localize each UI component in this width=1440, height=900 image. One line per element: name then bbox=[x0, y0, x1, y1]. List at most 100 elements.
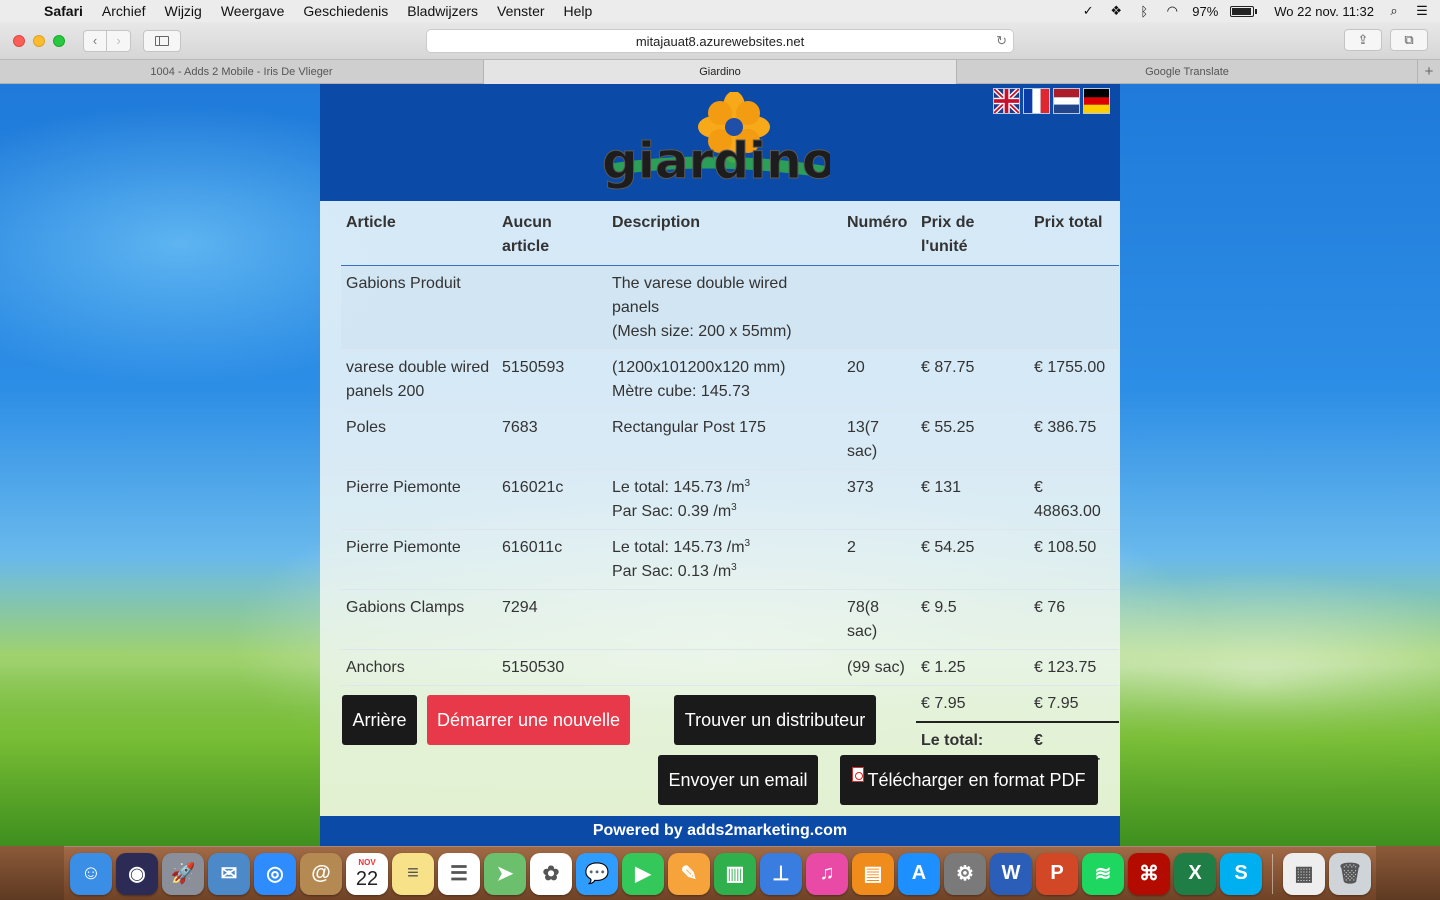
menu-help[interactable]: Help bbox=[564, 3, 593, 19]
launchpad-icon[interactable]: 🚀 bbox=[162, 852, 204, 895]
ibooks-icon[interactable]: ▤ bbox=[852, 852, 894, 895]
description-line: Mètre cube: 145.73 bbox=[612, 383, 750, 400]
powered-by-link[interactable]: Powered by adds2marketing.com bbox=[593, 822, 847, 840]
description-line: Le total: 145.73 /m3 bbox=[612, 476, 837, 500]
forward-nav-button[interactable]: › bbox=[107, 29, 131, 52]
share-button[interactable]: ⇪ bbox=[1344, 29, 1382, 51]
cell-code: 616021c bbox=[497, 469, 607, 530]
facetime-icon[interactable]: ▶ bbox=[622, 852, 664, 895]
cell-total: € 386.75 bbox=[1029, 409, 1119, 470]
clock[interactable]: Wo 22 nov. 11:32 bbox=[1274, 4, 1374, 19]
appstore-icon[interactable]: A bbox=[898, 852, 940, 895]
cell-description: Le total: 145.73 /m3 Par Sac: 0.13 /m3 bbox=[607, 529, 842, 590]
skype-icon[interactable]: S bbox=[1220, 852, 1262, 895]
word-icon[interactable]: W bbox=[990, 852, 1032, 895]
cell-code: 7294 bbox=[497, 589, 607, 650]
spotlight-search-icon[interactable]: ⌕ bbox=[1386, 3, 1402, 18]
reload-icon[interactable]: ↻ bbox=[996, 33, 1007, 49]
spotify-icon[interactable]: ≋ bbox=[1082, 852, 1124, 895]
back-nav-button[interactable]: ‹ bbox=[83, 29, 107, 52]
menu-venster[interactable]: Venster bbox=[497, 3, 544, 19]
find-distributor-button[interactable]: Trouver un distributeur bbox=[674, 695, 876, 745]
itunes-icon[interactable]: ♫ bbox=[806, 852, 848, 895]
trash-icon[interactable]: 🗑 bbox=[1329, 852, 1371, 895]
notes-icon[interactable]: ≡ bbox=[392, 852, 434, 895]
nl-flag-icon[interactable] bbox=[1053, 88, 1080, 114]
zoom-window-button[interactable] bbox=[53, 34, 65, 47]
numbers-icon[interactable]: ▥ bbox=[714, 852, 756, 895]
close-window-button[interactable] bbox=[13, 34, 25, 47]
back-button[interactable]: Arrière bbox=[342, 695, 417, 745]
start-new-button[interactable]: Démarrer une nouvelle bbox=[427, 695, 630, 745]
tab-label: 1004 - Adds 2 Mobile - Iris De Vlieger bbox=[150, 66, 333, 78]
cell-article: Anchors bbox=[341, 649, 497, 686]
minimize-window-button[interactable] bbox=[33, 34, 45, 47]
sidebar-toggle-button[interactable] bbox=[143, 29, 181, 52]
menu-wijzig[interactable]: Wijzig bbox=[165, 3, 202, 19]
menu-weergave[interactable]: Weergave bbox=[221, 3, 285, 19]
acrobat-icon[interactable]: ⌘ bbox=[1128, 852, 1170, 895]
bluetooth-icon[interactable]: ᛒ bbox=[1136, 4, 1152, 19]
tab-adds2mobile[interactable]: 1004 - Adds 2 Mobile - Iris De Vlieger bbox=[0, 60, 484, 84]
send-email-button[interactable]: Envoyer un email bbox=[658, 755, 818, 805]
photos-icon[interactable]: ✿ bbox=[530, 852, 572, 895]
keynote-icon[interactable]: ⊥ bbox=[760, 852, 802, 895]
pages-icon[interactable]: ✎ bbox=[668, 852, 710, 895]
url-text: mitajauat8.azurewebsites.net bbox=[635, 33, 805, 49]
reminders-icon[interactable]: ☰ bbox=[438, 852, 480, 895]
tabs-overview-icon: ⧉ bbox=[1404, 32, 1414, 47]
calendar-icon[interactable]: NOV 22 bbox=[346, 852, 388, 895]
cell-unit-price: € 7.95 bbox=[916, 685, 1029, 722]
description-line: Par Sac: 0.13 /m3 bbox=[612, 560, 837, 584]
download-pdf-button[interactable]: Télécharger en format PDF bbox=[840, 755, 1098, 805]
menu-geschiedenis[interactable]: Geschiedenis bbox=[303, 3, 388, 19]
cell-total: € 76 bbox=[1029, 589, 1119, 650]
messages-icon[interactable]: 💬 bbox=[576, 852, 618, 895]
tab-giardino[interactable]: Giardino bbox=[484, 60, 957, 84]
col-header-number: Numéro bbox=[842, 201, 916, 266]
tab-label: Google Translate bbox=[1145, 66, 1229, 78]
siri-icon[interactable]: ◉ bbox=[116, 852, 158, 895]
cell-description bbox=[607, 649, 842, 686]
download-pdf-label: Télécharger en format PDF bbox=[867, 769, 1086, 790]
fr-flag-icon[interactable] bbox=[1023, 88, 1050, 114]
menu-bladwijzers[interactable]: Bladwijzers bbox=[407, 3, 478, 19]
cell-description: The varese double wired panels (Mesh size… bbox=[607, 265, 842, 350]
notification-center-icon[interactable]: ☰ bbox=[1414, 3, 1430, 18]
logo-text: giardino bbox=[602, 132, 830, 190]
menu-archief[interactable]: Archief bbox=[102, 3, 146, 19]
cell-unit-price: € 131 bbox=[916, 469, 1029, 530]
mail-icon[interactable]: ✉ bbox=[208, 852, 250, 895]
menu-bar: Safari Archief Wijzig Weergave Geschiede… bbox=[0, 0, 1440, 22]
wifi-icon[interactable]: ◠ bbox=[1164, 3, 1180, 18]
dropbox-icon[interactable]: ❖ bbox=[1108, 3, 1124, 18]
battery-icon[interactable] bbox=[1230, 5, 1258, 17]
giardino-logo[interactable]: giardino bbox=[600, 92, 830, 200]
powerpoint-icon[interactable]: P bbox=[1036, 852, 1078, 895]
address-bar[interactable]: mitajauat8.azurewebsites.net ↻ bbox=[426, 29, 1014, 53]
de-flag-icon[interactable] bbox=[1083, 88, 1110, 114]
superscript: 3 bbox=[731, 502, 737, 513]
description-line: (1200x101200x120 mm) bbox=[612, 359, 786, 376]
description-line: The varese double wired panels bbox=[612, 275, 788, 316]
description-text: Par Sac: 0.13 /m bbox=[612, 563, 732, 580]
system-preferences-icon[interactable]: ⚙ bbox=[944, 852, 986, 895]
tab-google-translate[interactable]: Google Translate bbox=[957, 60, 1418, 84]
cell-article: Pierre Piemonte bbox=[341, 529, 497, 590]
cell-description: Rectangular Post 175 bbox=[607, 409, 842, 470]
uk-flag-icon[interactable] bbox=[993, 88, 1020, 114]
dock-separator bbox=[1272, 853, 1273, 894]
check-status-icon[interactable]: ✓ bbox=[1080, 3, 1096, 18]
safari-icon[interactable]: ◎ bbox=[254, 852, 296, 895]
cell-article: Poles bbox=[341, 409, 497, 470]
description-line: Le total: 145.73 /m3 bbox=[612, 536, 837, 560]
menu-safari[interactable]: Safari bbox=[44, 3, 83, 19]
excel-icon[interactable]: X bbox=[1174, 852, 1216, 895]
contacts-icon[interactable]: @ bbox=[300, 852, 342, 895]
document-icon[interactable]: ▦ bbox=[1283, 852, 1325, 895]
web-page: giardino Article Aucun article Descripti… bbox=[320, 84, 1120, 846]
maps-icon[interactable]: ➤ bbox=[484, 852, 526, 895]
finder-icon[interactable]: ☺ bbox=[70, 852, 112, 895]
new-tab-button[interactable]: + bbox=[1418, 60, 1440, 83]
show-tabs-button[interactable]: ⧉ bbox=[1390, 29, 1428, 51]
